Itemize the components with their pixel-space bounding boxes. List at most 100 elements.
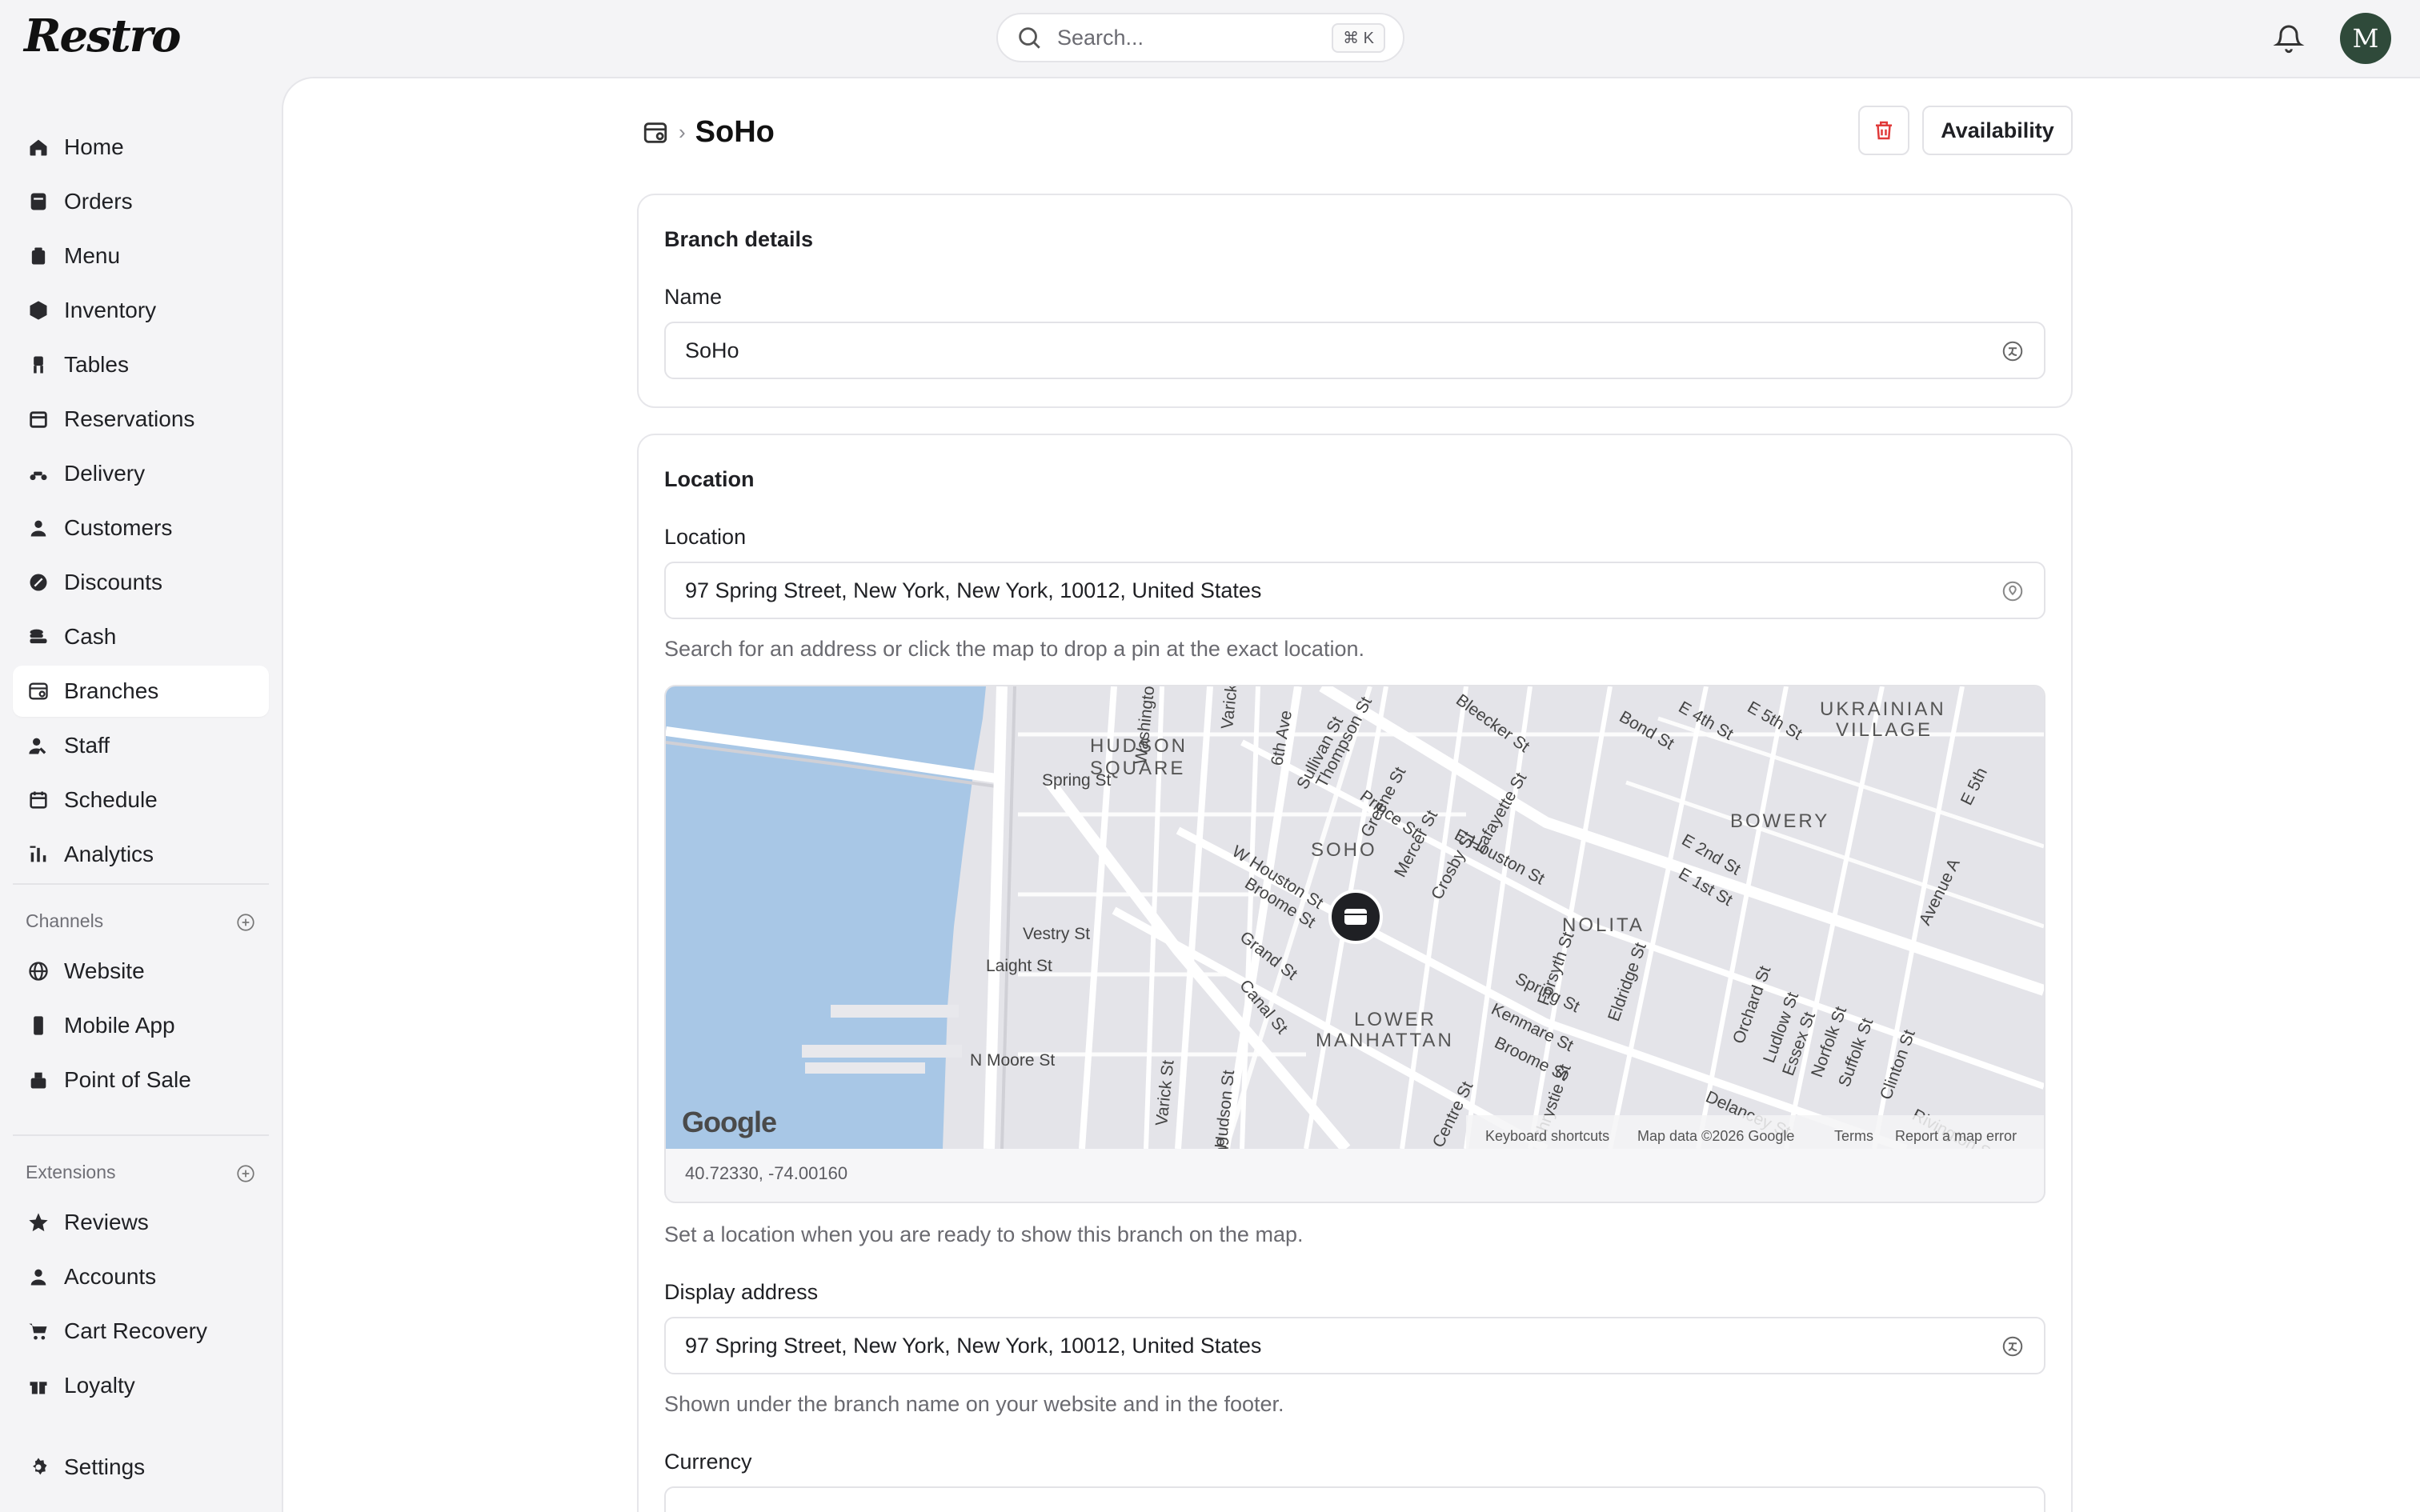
star-icon (27, 1211, 50, 1234)
sidebar-item-label: Cart Recovery (64, 1318, 207, 1343)
sidebar-item-label: Website (64, 958, 145, 983)
sidebar-divider (13, 883, 269, 885)
extensions-heading: Extensions (26, 1162, 116, 1182)
sidebar-item-menu[interactable]: Menu (13, 230, 269, 282)
availability-button[interactable]: Availability (1922, 106, 2073, 155)
location-label: Location (664, 525, 747, 549)
map-label-soho: SOHO (1311, 839, 1377, 861)
trash-icon (1876, 121, 1892, 140)
name-label: Name (664, 285, 723, 309)
add-extension-icon[interactable] (235, 1163, 256, 1184)
branch-details-heading: Branch details (664, 227, 814, 251)
sidebar-item-settings[interactable]: Settings (13, 1442, 269, 1493)
sidebar-item-mobile-app[interactable]: Mobile App (13, 1000, 269, 1051)
sidebar: Home Orders Menu Inventory Tables Reserv… (0, 77, 282, 1512)
location-map[interactable]: HUDSON SQUARE SOHO NOLITA BOWERY UKRAINI… (664, 685, 2045, 1203)
sidebar-item-label: Staff (64, 733, 110, 758)
reservations-icon (27, 408, 50, 430)
sidebar-item-delivery[interactable]: Delivery (13, 448, 269, 499)
branches-icon (27, 680, 50, 702)
tables-icon (27, 354, 50, 376)
translate-icon[interactable] (2001, 1334, 2025, 1358)
map-help-text: Set a location when you are ready to sho… (664, 1222, 1304, 1246)
sidebar-item-label: Inventory (64, 298, 157, 322)
sidebar-item-label: Customers (64, 515, 173, 540)
map-terms-link[interactable]: Terms (1834, 1128, 1873, 1145)
sidebar-item-label: Discounts (64, 570, 162, 594)
name-value: SoHo (685, 338, 739, 362)
chevron-right-icon: › (679, 120, 686, 144)
map-label-lower-manhattan: MANHATTAN (1316, 1030, 1454, 1051)
sidebar-item-schedule[interactable]: Schedule (13, 774, 269, 826)
svg-text:N Moore St: N Moore St (970, 1051, 1055, 1070)
currency-label: Currency (664, 1450, 752, 1474)
accounts-icon (27, 1266, 50, 1288)
sidebar-item-reservations[interactable]: Reservations (13, 394, 269, 445)
map-label-lower-manhattan: LOWER (1354, 1009, 1436, 1030)
display-address-help-text: Shown under the branch name on your webs… (664, 1392, 1284, 1416)
sidebar-item-label: Branches (64, 678, 159, 703)
currency-select[interactable] (664, 1486, 2045, 1512)
discounts-icon (27, 571, 50, 594)
sidebar-divider (13, 1134, 269, 1136)
branches-icon[interactable] (642, 119, 669, 146)
cart-icon (27, 1320, 50, 1342)
sidebar-item-label: Mobile App (64, 1013, 175, 1038)
top-bar: Restro Search... ⌘ K M (0, 0, 2420, 77)
page-title: SoHo (695, 115, 775, 149)
map-report-error-link[interactable]: Report a map error (1895, 1128, 2017, 1145)
schedule-icon (27, 789, 50, 811)
map-coordinates: 40.72330, -74.00160 (685, 1163, 848, 1183)
map-keyboard-shortcuts-link[interactable]: Keyboard shortcuts (1485, 1128, 1609, 1145)
map-label-bowery: BOWERY (1730, 810, 1829, 832)
location-search-input[interactable]: 97 Spring Street, New York, New York, 10… (664, 562, 2045, 619)
sidebar-item-cart-recovery[interactable]: Cart Recovery (13, 1306, 269, 1357)
sidebar-item-analytics[interactable]: Analytics (13, 829, 269, 880)
delivery-icon (27, 462, 50, 485)
user-avatar[interactable]: M (2340, 13, 2391, 64)
sidebar-item-discounts[interactable]: Discounts (13, 557, 269, 608)
sidebar-item-loyalty[interactable]: Loyalty (13, 1360, 269, 1411)
sidebar-item-staff[interactable]: Staff (13, 720, 269, 771)
location-help-text: Search for an address or click the map t… (664, 637, 1364, 661)
sidebar-item-label: Reviews (64, 1210, 149, 1234)
notifications-bell-icon[interactable] (2273, 22, 2305, 54)
sidebar-item-home[interactable]: Home (13, 122, 269, 173)
sidebar-item-branches[interactable]: Branches (13, 666, 269, 717)
sidebar-item-tables[interactable]: Tables (13, 339, 269, 390)
global-search[interactable]: Search... ⌘ K (996, 13, 1404, 62)
sidebar-item-orders[interactable]: Orders (13, 176, 269, 227)
add-channel-icon[interactable] (235, 912, 256, 933)
display-address-value: 97 Spring Street, New York, New York, 10… (685, 1333, 1262, 1358)
location-pin-icon[interactable] (2001, 579, 2025, 603)
sidebar-item-reviews[interactable]: Reviews (13, 1197, 269, 1248)
name-field[interactable]: SoHo (664, 322, 2045, 379)
location-value: 97 Spring Street, New York, New York, 10… (685, 578, 1262, 602)
sidebar-item-label: Reservations (64, 406, 195, 431)
sidebar-item-inventory[interactable]: Inventory (13, 285, 269, 336)
sidebar-item-customers[interactable]: Customers (13, 502, 269, 554)
sidebar-item-label: Menu (64, 243, 121, 268)
search-placeholder: Search... (1057, 25, 1144, 50)
svg-text:Laight St: Laight St (986, 957, 1052, 975)
display-address-label: Display address (664, 1280, 819, 1304)
map-label-ukrainian-village: UKRAINIAN (1820, 698, 1946, 720)
branch-details-card: Branch details Name SoHo (637, 194, 2073, 408)
sidebar-item-website[interactable]: Website (13, 946, 269, 997)
settings-gear-icon (27, 1456, 50, 1478)
svg-text:Spring St: Spring St (1042, 771, 1112, 790)
sidebar-item-label: Loyalty (64, 1373, 135, 1398)
delete-branch-button[interactable] (1858, 106, 1909, 155)
app-logo[interactable]: Restro (24, 10, 181, 62)
sidebar-item-cash[interactable]: Cash (13, 611, 269, 662)
display-address-field[interactable]: 97 Spring Street, New York, New York, 10… (664, 1317, 2045, 1374)
sidebar-item-point-of-sale[interactable]: Point of Sale (13, 1054, 269, 1106)
inventory-icon (27, 299, 50, 322)
orders-icon (27, 190, 50, 213)
translate-icon[interactable] (2001, 339, 2025, 363)
svg-text:Vestry St: Vestry St (1023, 925, 1090, 943)
map-canvas[interactable]: HUDSON SQUARE SOHO NOLITA BOWERY UKRAINI… (666, 686, 2044, 1149)
map-label-nolita: NOLITA (1562, 914, 1645, 936)
sidebar-item-accounts[interactable]: Accounts (13, 1251, 269, 1302)
sidebar-item-label: Home (64, 134, 124, 159)
